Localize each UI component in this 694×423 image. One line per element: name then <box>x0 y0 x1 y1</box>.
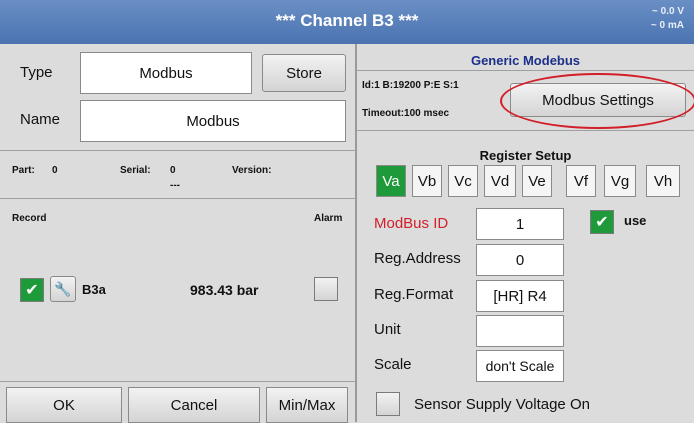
min-max-button[interactable]: Min/Max <box>266 387 348 423</box>
timeout-info: Timeout:100 msec <box>362 108 450 119</box>
type-label: Type <box>20 64 53 81</box>
alarm-checkbox[interactable] <box>314 277 338 301</box>
unit-label: Unit <box>374 321 401 338</box>
tab-vc[interactable]: Vc <box>448 165 478 197</box>
unit-field[interactable] <box>476 315 564 347</box>
voltage-readout: ~ 0.0 V <box>652 6 684 17</box>
panel-divider <box>355 44 357 422</box>
connection-info: Id:1 B:19200 P:E S:1 <box>362 80 459 91</box>
current-readout: ~ 0 mA <box>650 20 684 31</box>
modbus-id-field[interactable]: 1 <box>476 208 564 240</box>
check-icon: ✔ <box>595 214 609 231</box>
channel-name: B3a <box>82 282 106 297</box>
reg-format-field[interactable]: [HR] R4 <box>476 280 564 312</box>
channel-screen: *** Channel B3 *** ~ 0.0 V ~ 0 mA Type M… <box>0 0 694 423</box>
signal-readout: ~ 0.0 V ~ 0 mA <box>651 5 684 33</box>
highlight-ellipse <box>500 73 694 129</box>
serial-sub: --- <box>170 180 180 191</box>
wrench-button[interactable]: 🔧 <box>50 276 76 302</box>
use-label: use <box>624 213 647 228</box>
divider-line <box>0 381 355 382</box>
reg-format-label: Reg.Format <box>374 286 454 303</box>
supply-voltage-checkbox[interactable] <box>376 392 400 416</box>
modbus-id-label: ModBus ID <box>374 215 449 232</box>
tab-vd[interactable]: Vd <box>484 165 516 197</box>
page-title: *** Channel B3 *** <box>275 11 419 30</box>
check-icon: ✔ <box>25 282 39 299</box>
register-setup-title: Register Setup <box>479 148 572 163</box>
scale-label: Scale <box>374 356 412 373</box>
generic-modbus-title: Generic Modebus <box>470 53 581 68</box>
serial-value: 0 <box>170 165 176 176</box>
use-checkbox[interactable]: ✔ <box>590 210 614 234</box>
version-label: Version: <box>232 165 272 176</box>
divider-line <box>0 150 355 151</box>
name-field[interactable]: Modbus <box>80 100 346 142</box>
divider-line <box>357 70 694 71</box>
divider-line <box>357 130 694 131</box>
tab-vb[interactable]: Vb <box>412 165 442 197</box>
alarm-label: Alarm <box>314 213 343 224</box>
reg-address-label: Reg.Address <box>374 250 461 267</box>
part-label: Part: <box>12 165 35 176</box>
serial-label: Serial: <box>120 165 151 176</box>
record-checkbox[interactable]: ✔ <box>20 278 44 302</box>
ok-button[interactable]: OK <box>6 387 122 423</box>
tab-va[interactable]: Va <box>376 165 406 197</box>
tab-ve[interactable]: Ve <box>522 165 552 197</box>
title-bar: *** Channel B3 *** ~ 0.0 V ~ 0 mA <box>0 0 694 44</box>
tab-vg[interactable]: Vg <box>604 165 636 197</box>
part-value: 0 <box>52 165 58 176</box>
name-label: Name <box>20 111 61 128</box>
supply-voltage-label: Sensor Supply Voltage On <box>414 396 590 413</box>
store-button[interactable]: Store <box>262 54 346 92</box>
divider-line <box>0 198 355 199</box>
record-label: Record <box>12 213 47 224</box>
cancel-button[interactable]: Cancel <box>128 387 260 423</box>
wrench-icon: 🔧 <box>54 280 72 297</box>
channel-value: 983.43 bar <box>190 282 259 298</box>
tab-vf[interactable]: Vf <box>566 165 596 197</box>
type-field[interactable]: Modbus <box>80 52 252 94</box>
scale-field[interactable]: don't Scale <box>476 350 564 382</box>
tab-vh[interactable]: Vh <box>646 165 680 197</box>
reg-address-field[interactable]: 0 <box>476 244 564 276</box>
